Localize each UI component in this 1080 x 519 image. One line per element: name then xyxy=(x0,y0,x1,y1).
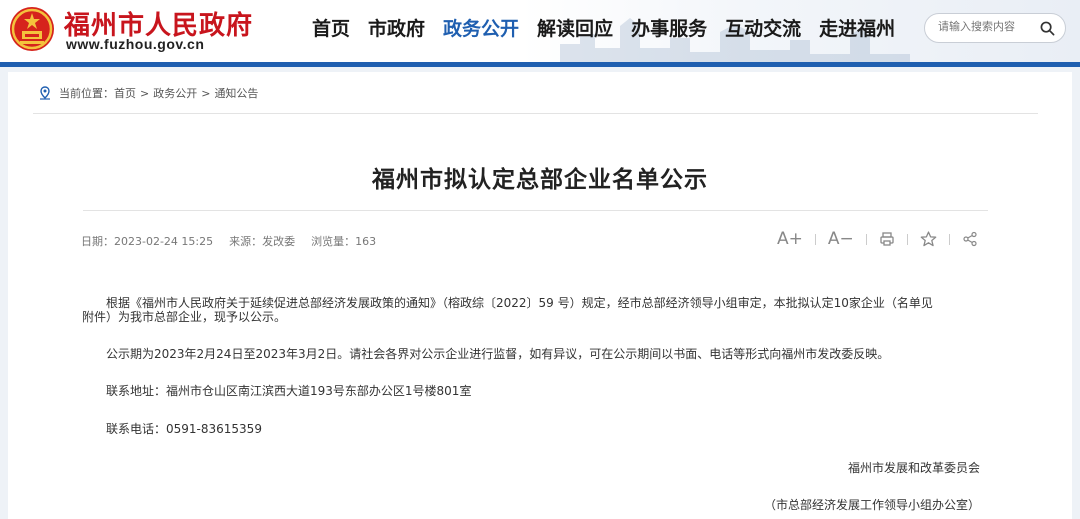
breadcrumb-divider xyxy=(33,113,1038,114)
paragraph-contact-phone: 联系电话：0591-83615359 xyxy=(106,422,262,436)
font-decrease-button[interactable]: A− xyxy=(828,229,854,249)
nav-item-home[interactable]: 首页 xyxy=(312,14,350,41)
title-divider xyxy=(83,210,988,211)
share-icon[interactable] xyxy=(962,230,978,248)
location-pin-icon xyxy=(40,86,50,100)
toolbar-separator xyxy=(906,233,908,245)
nav-item-interpretation[interactable]: 解读回应 xyxy=(537,14,613,41)
search-icon[interactable] xyxy=(1040,21,1055,36)
breadcrumb-government-affairs[interactable]: 政务公开 xyxy=(153,85,197,101)
font-increase-button[interactable]: A+ xyxy=(777,229,803,249)
toolbar-separator xyxy=(948,233,950,245)
breadcrumb-prefix: 当前位置： xyxy=(59,87,114,100)
publish-date: 日期：2023-02-24 15:25 xyxy=(81,235,214,248)
site-url[interactable]: www.fuzhou.gov.cn xyxy=(66,36,204,52)
toolbar-separator xyxy=(865,233,867,245)
breadcrumb: 当前位置： 首页 > 政务公开 > 通知公告 xyxy=(38,85,258,101)
main-nav: 首页 市政府 政务公开 解读回应 办事服务 互动交流 走进福州 xyxy=(312,14,913,41)
toolbar-separator xyxy=(814,233,816,245)
signature-office: （市总部经济发展工作领导小组办公室） xyxy=(764,498,981,512)
article-meta: 日期：2023-02-24 15:25 来源：发改委 浏览量：163 xyxy=(81,233,392,249)
article-toolbar: A+ A− xyxy=(777,229,978,249)
nav-item-services[interactable]: 办事服务 xyxy=(631,14,707,41)
paragraph-basis: 根据《福州市人民政府关于延续促进总部经济发展政策的通知》（榕政综〔2022〕59… xyxy=(106,296,933,310)
nav-item-interaction[interactable]: 互动交流 xyxy=(725,14,801,41)
breadcrumb-separator: > xyxy=(140,86,150,100)
paragraph-basis-continued: 附件）为我市总部企业，现予以公示。 xyxy=(82,310,287,324)
search-input[interactable] xyxy=(938,20,1038,33)
breadcrumb-home[interactable]: 首页 xyxy=(114,85,136,101)
print-icon[interactable] xyxy=(879,230,895,248)
breadcrumb-separator: > xyxy=(201,86,211,100)
nav-item-city-government[interactable]: 市政府 xyxy=(368,14,425,41)
header-divider xyxy=(0,62,1080,67)
nav-item-government-affairs[interactable]: 政务公开 xyxy=(443,14,519,41)
site-header: 福州市人民政府 www.fuzhou.gov.cn 首页 市政府 政务公开 解读… xyxy=(0,0,1080,62)
article-source: 来源：发改委 xyxy=(229,235,296,248)
view-count: 浏览量：163 xyxy=(311,235,377,248)
national-emblem-icon xyxy=(10,7,54,51)
article-card: 当前位置： 首页 > 政务公开 > 通知公告 福州市拟认定总部企业名单公示 日期… xyxy=(8,72,1072,519)
breadcrumb-notices[interactable]: 通知公告 xyxy=(214,85,258,101)
article-title: 福州市拟认定总部企业名单公示 xyxy=(372,167,708,193)
paragraph-contact-address: 联系地址：福州市仓山区南江滨西大道193号东部办公区1号楼801室 xyxy=(106,384,472,398)
search-box xyxy=(924,13,1066,43)
nav-item-about-fuzhou[interactable]: 走进福州 xyxy=(819,14,895,41)
star-icon[interactable] xyxy=(920,230,937,248)
signature-organization: 福州市发展和改革委员会 xyxy=(848,461,981,475)
paragraph-publicity-period: 公示期为2023年2月24日至2023年3月2日。请社会各界对公示企业进行监督，… xyxy=(106,347,890,361)
